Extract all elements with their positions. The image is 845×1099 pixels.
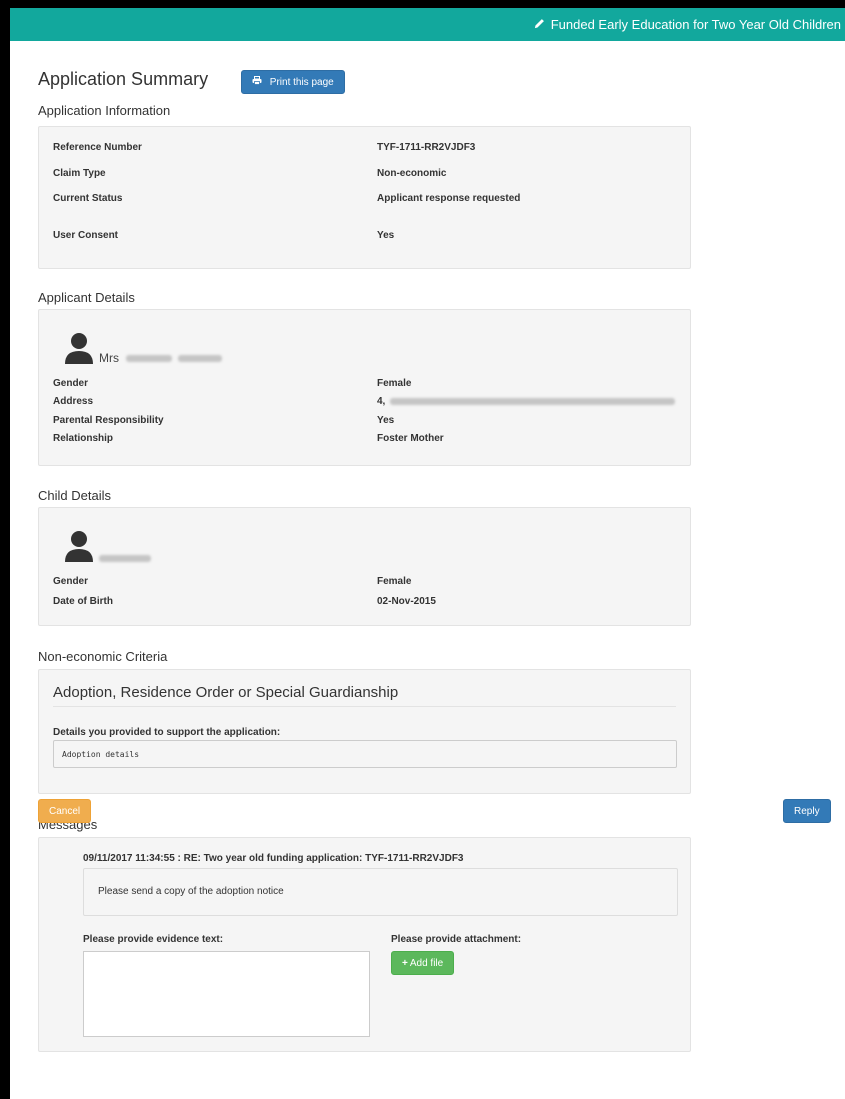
child-section-title: Child Details	[38, 488, 111, 503]
row-label: User Consent	[53, 230, 119, 241]
relationship-value: Foster Mother	[377, 433, 444, 444]
criteria-panel: Adoption, Residence Order or Special Gua…	[38, 669, 691, 794]
claim-type-value: Non-economic	[377, 168, 447, 179]
parental-responsibility-row: Parental Responsibility Yes	[53, 415, 394, 426]
row-label: Parental Responsibility	[53, 415, 164, 426]
address-number: 4,	[377, 396, 386, 407]
row-label: Relationship	[53, 433, 114, 444]
print-icon	[252, 76, 265, 88]
reply-button[interactable]: Reply	[783, 799, 831, 823]
row-label: Address	[53, 396, 94, 407]
add-file-label: Add file	[409, 958, 444, 969]
row-label: Gender	[53, 576, 89, 587]
application-section-title: Application Information	[38, 103, 171, 118]
app-header: Funded Early Education for Two Year Old …	[10, 8, 845, 41]
reference-number-row: Reference Number TYF-1711-RR2VJDF3	[53, 142, 475, 153]
parental-responsibility-value: Yes	[377, 415, 395, 426]
message-header: 09/11/2017 11:34:55 : RE: Two year old f…	[83, 853, 464, 864]
user-icon	[63, 530, 95, 567]
claim-type-row: Claim Type Non-economic	[53, 168, 446, 179]
row-label: Date of Birth	[53, 596, 113, 607]
row-label: Claim Type	[53, 168, 106, 179]
row-label: Reference Number	[53, 142, 142, 153]
child-panel: Gender Female Date of Birth 02-Nov-2015	[38, 507, 691, 626]
user-icon	[63, 332, 95, 369]
details-field: Adoption details	[53, 740, 677, 768]
applicant-panel: Mrs Gender Female Address 4, Parental Re…	[38, 309, 691, 466]
redacted-first-name	[126, 355, 173, 363]
applicant-gender-value: Female	[377, 378, 412, 389]
applicant-title: Mrs	[99, 351, 119, 365]
date-of-birth-value: 02-Nov-2015	[377, 596, 436, 607]
print-button[interactable]: Print this page	[241, 70, 345, 94]
add-file-button[interactable]: + Add file	[391, 951, 455, 975]
child-gender-value: Female	[377, 576, 412, 587]
applicant-name: Mrs	[99, 351, 222, 365]
criteria-divider	[53, 706, 676, 707]
attachment-label: Please provide attachment:	[391, 934, 522, 945]
redacted-surname	[177, 355, 222, 363]
child-gender-row: Gender Female	[53, 576, 411, 587]
cancel-button[interactable]: Cancel	[38, 799, 92, 823]
row-label: Current Status	[53, 193, 123, 204]
address-row: Address 4,	[53, 396, 676, 407]
applicant-gender-row: Gender Female	[53, 378, 411, 389]
current-status-value: Applicant response requested	[377, 193, 521, 204]
row-label: Gender	[53, 378, 89, 389]
criteria-section-title: Non-economic Criteria	[38, 649, 168, 664]
title-row: Application Summary Print this page	[38, 69, 345, 94]
redacted-address	[390, 397, 676, 405]
print-button-label: Print this page	[269, 77, 334, 88]
evidence-textarea[interactable]	[83, 951, 370, 1037]
current-status-row: Current Status Applicant response reques…	[53, 193, 520, 204]
page-title: Application Summary	[38, 69, 209, 89]
applicant-section-title: Applicant Details	[38, 290, 135, 305]
app-frame: Funded Early Education for Two Year Old …	[0, 0, 845, 1099]
criteria-heading: Adoption, Residence Order or Special Gua…	[53, 684, 399, 701]
details-label: Details you provided to support the appl…	[53, 727, 281, 738]
evidence-label: Please provide evidence text:	[83, 934, 224, 945]
user-consent-value: Yes	[377, 230, 395, 241]
pencil-icon	[534, 8, 545, 41]
redacted-child-name	[99, 555, 151, 563]
application-panel: Reference Number TYF-1711-RR2VJDF3 Claim…	[38, 126, 691, 269]
address-value: 4,	[377, 396, 676, 407]
plus-icon: +	[402, 958, 408, 969]
reference-number-value: TYF-1711-RR2VJDF3	[377, 142, 476, 153]
message-body: Please send a copy of the adoption notic…	[83, 868, 678, 916]
app-title: Funded Early Education for Two Year Old …	[550, 17, 841, 32]
relationship-row: Relationship Foster Mother	[53, 433, 444, 444]
messages-panel: 09/11/2017 11:34:55 : RE: Two year old f…	[38, 837, 691, 1052]
date-of-birth-row: Date of Birth 02-Nov-2015	[53, 596, 436, 607]
child-name	[99, 551, 151, 565]
user-consent-row: User Consent Yes	[53, 230, 394, 241]
